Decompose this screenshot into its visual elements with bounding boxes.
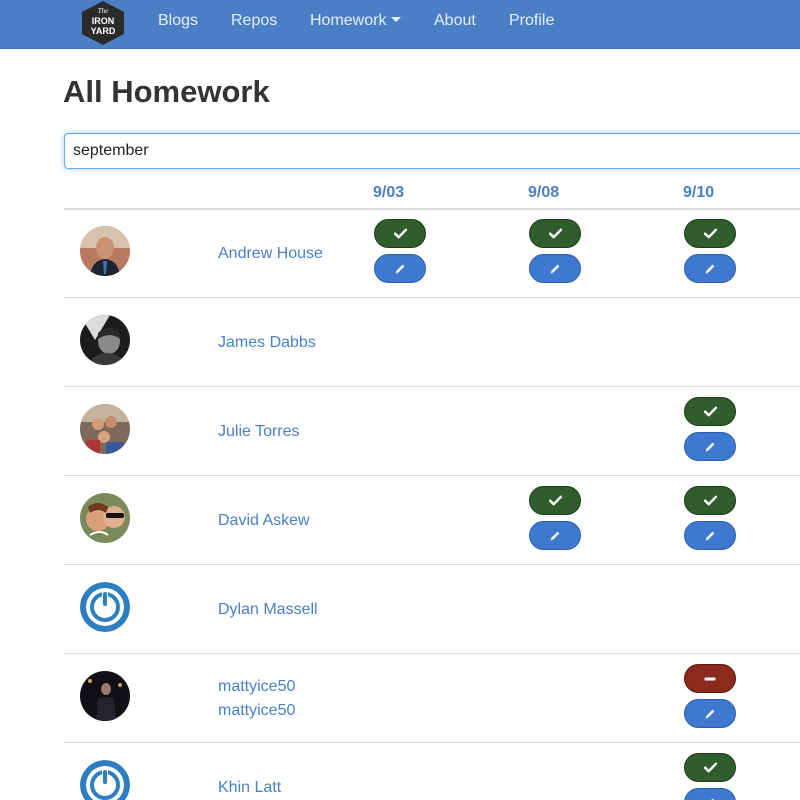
edit-button[interactable]: [684, 699, 736, 728]
student-username-link[interactable]: mattyice50: [218, 702, 295, 720]
check-icon: [704, 406, 717, 417]
pencil-icon: [394, 263, 406, 275]
edit-button[interactable]: [684, 432, 736, 461]
edit-button[interactable]: [529, 254, 581, 283]
table-row: mattyice50 mattyice50: [64, 654, 800, 743]
pencil-icon: [704, 263, 716, 275]
complete-button[interactable]: [684, 753, 736, 782]
default-avatar-icon: [80, 760, 130, 800]
student-name-link[interactable]: mattyice50: [218, 678, 295, 696]
edit-button[interactable]: [684, 254, 736, 283]
complete-button[interactable]: [529, 219, 581, 248]
pencil-icon: [704, 530, 716, 542]
table-row: David Askew: [64, 476, 800, 565]
iron-yard-logo[interactable]: The IRON YARD: [79, 0, 127, 46]
nav-blogs[interactable]: Blogs: [158, 12, 198, 30]
incomplete-button[interactable]: [684, 664, 736, 693]
check-icon: [704, 762, 717, 773]
pencil-icon: [549, 530, 561, 542]
complete-button[interactable]: [684, 397, 736, 426]
check-icon: [704, 228, 717, 239]
avatar: [80, 226, 130, 276]
page-title: All Homework: [63, 74, 270, 109]
nav-profile[interactable]: Profile: [509, 12, 554, 30]
pencil-icon: [704, 708, 716, 720]
column-header-date[interactable]: 9/10: [683, 184, 714, 202]
complete-button[interactable]: [684, 219, 736, 248]
student-name-link[interactable]: David Askew: [218, 512, 310, 530]
avatar: [80, 671, 130, 721]
logo-text-the: The: [98, 7, 109, 15]
nav-about[interactable]: About: [434, 12, 476, 30]
student-name-link[interactable]: James Dabbs: [218, 334, 316, 352]
student-name-link[interactable]: Andrew House: [218, 245, 323, 263]
column-header-date[interactable]: 9/08: [528, 184, 559, 202]
edit-button[interactable]: [374, 254, 426, 283]
table-row: Andrew House: [64, 209, 800, 298]
edit-button[interactable]: [684, 521, 736, 550]
nav-homework-dropdown[interactable]: Homework: [310, 12, 402, 30]
search-input[interactable]: [64, 133, 800, 169]
default-avatar-icon: [80, 582, 130, 632]
pencil-icon: [704, 441, 716, 453]
pencil-icon: [704, 797, 716, 800]
logo-text-yard: YARD: [91, 26, 116, 36]
avatar: [80, 315, 130, 365]
check-icon: [704, 495, 717, 506]
nav-homework-label: Homework: [310, 12, 387, 29]
table-row: Khin Latt: [64, 743, 800, 800]
column-header-date[interactable]: 9/03: [373, 184, 404, 202]
student-name-link[interactable]: Dylan Massell: [218, 601, 318, 619]
avatar: [80, 404, 130, 454]
top-navbar: The IRON YARD Blogs Repos Homework About…: [0, 0, 800, 49]
table-row: James Dabbs: [64, 298, 800, 387]
table-row: Julie Torres: [64, 387, 800, 476]
edit-button[interactable]: [684, 788, 736, 800]
student-name-link[interactable]: Julie Torres: [218, 423, 300, 441]
nav-repos[interactable]: Repos: [231, 12, 277, 30]
complete-button[interactable]: [374, 219, 426, 248]
caret-down-icon: [391, 17, 402, 22]
avatar: [80, 493, 130, 543]
complete-button[interactable]: [684, 486, 736, 515]
check-icon: [549, 495, 562, 506]
student-name-link[interactable]: Khin Latt: [218, 779, 281, 797]
check-icon: [549, 228, 562, 239]
logo-text-iron: IRON: [92, 16, 115, 26]
complete-button[interactable]: [529, 486, 581, 515]
edit-button[interactable]: [529, 521, 581, 550]
pencil-icon: [549, 263, 561, 275]
minus-icon: [704, 677, 716, 681]
check-icon: [394, 228, 407, 239]
table-row: Dylan Massell: [64, 565, 800, 654]
